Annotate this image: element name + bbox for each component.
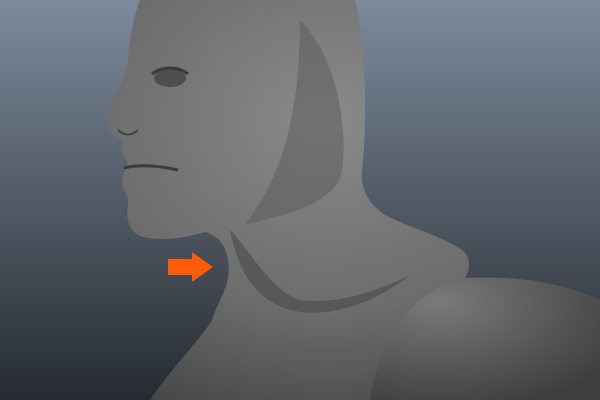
3d-viewport[interactable] [0,0,600,400]
viewport-canvas [0,0,600,400]
eye [154,69,186,87]
